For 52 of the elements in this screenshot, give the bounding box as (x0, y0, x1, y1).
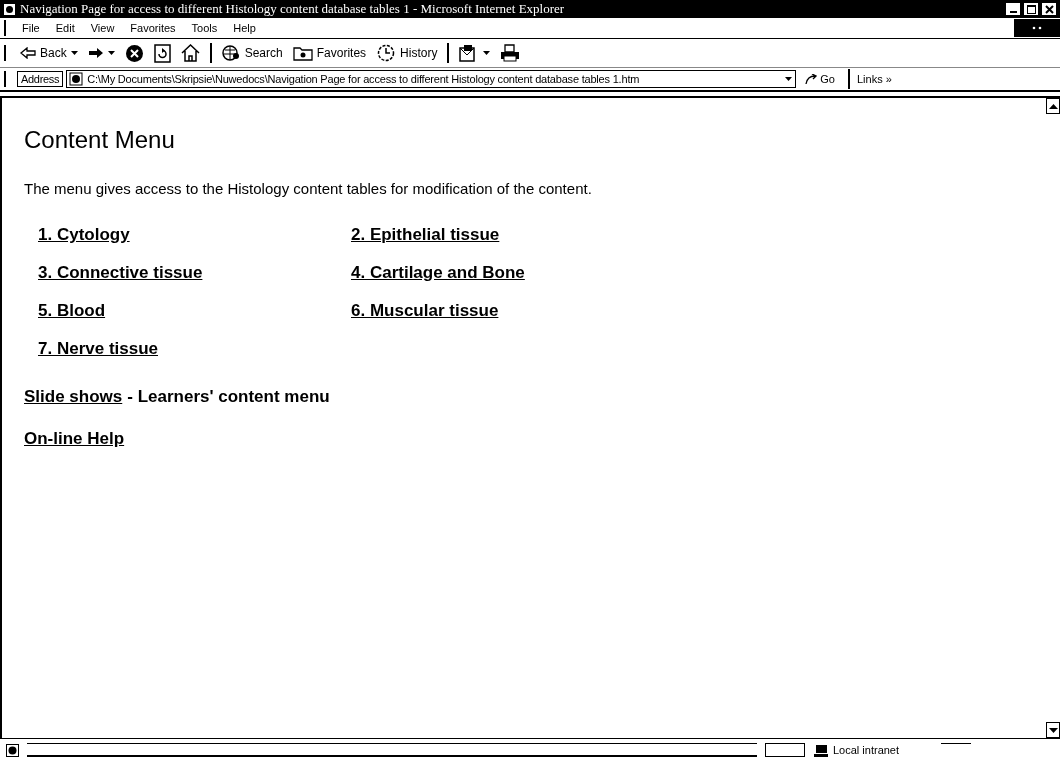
toolbar-button[interactable]: Search (217, 44, 287, 62)
computer-icon (813, 743, 829, 757)
toolbar-button[interactable]: Back (16, 46, 82, 60)
page-heading: Content Menu (24, 126, 176, 154)
status-pane (765, 743, 805, 757)
menu-item[interactable]: View (82, 22, 123, 34)
content-link[interactable]: 4. Cartilage and Bone (351, 263, 651, 283)
printer-icon (500, 44, 521, 62)
toolbar-button[interactable]: Favorites (288, 45, 371, 61)
back-arrow-icon (20, 47, 36, 59)
content-link[interactable]: 3. Connective tissue (38, 263, 351, 283)
menu-item[interactable]: Tools (183, 22, 226, 34)
close-button[interactable] (1041, 2, 1057, 16)
scroll-down-button[interactable] (1046, 722, 1060, 738)
page-icon (69, 72, 84, 86)
content-link[interactable]: 6. Muscular tissue (351, 301, 651, 321)
minimize-icon (1009, 10, 1017, 13)
globe-search-icon (221, 44, 241, 62)
slide-shows-link[interactable]: Slide shows (24, 387, 123, 407)
window-title: Navigation Page for access to different Histology content database tables 1 - Microsoft Internet Explorer (20, 1, 566, 17)
slide-shows-description: - Learners' content menu (127, 387, 330, 407)
content-link[interactable]: 1. Cytology (38, 225, 351, 245)
history-clock-icon (376, 44, 397, 62)
maximize-button[interactable] (1023, 2, 1039, 16)
content-link[interactable]: 2. Epithelial tissue (351, 225, 651, 245)
menu-item[interactable]: Help (225, 22, 264, 34)
scroll-up-button[interactable] (1046, 98, 1060, 114)
menu-item[interactable]: File (14, 22, 48, 34)
intro-text: The menu gives access to the Histology content tables for modification of the content. (24, 180, 593, 197)
minimize-button[interactable] (1005, 2, 1021, 16)
refresh-icon (153, 43, 171, 63)
go-arrow-icon (805, 73, 818, 85)
content-link[interactable]: 7. Nerve tissue (38, 339, 351, 359)
address-label: Address (17, 71, 64, 87)
caret-icon (784, 77, 792, 81)
zone-label: Local intranet (833, 744, 900, 756)
online-help-link[interactable]: On-line Help (24, 429, 125, 448)
up-arrow-icon (1048, 103, 1058, 109)
down-arrow-icon (1048, 727, 1058, 733)
address-field[interactable]: C:\My Documents\Skripsie\Nuwedocs\Navigation Page for access to different Histology content database tables 1.htm (66, 70, 797, 88)
close-icon (1044, 4, 1054, 14)
page-icon (6, 743, 19, 757)
stop-icon (124, 43, 144, 63)
dots-icon (1032, 26, 1042, 30)
forward-arrow-icon (87, 47, 104, 59)
home-icon (180, 44, 200, 62)
maximize-icon (1026, 4, 1036, 14)
menu-item[interactable]: Favorites (122, 22, 184, 34)
links-button[interactable]: Links » (856, 73, 892, 85)
content-link[interactable]: 5. Blood (38, 301, 351, 321)
toolbar-button[interactable]: History (372, 44, 442, 62)
menu-item[interactable]: Edit (47, 22, 83, 34)
